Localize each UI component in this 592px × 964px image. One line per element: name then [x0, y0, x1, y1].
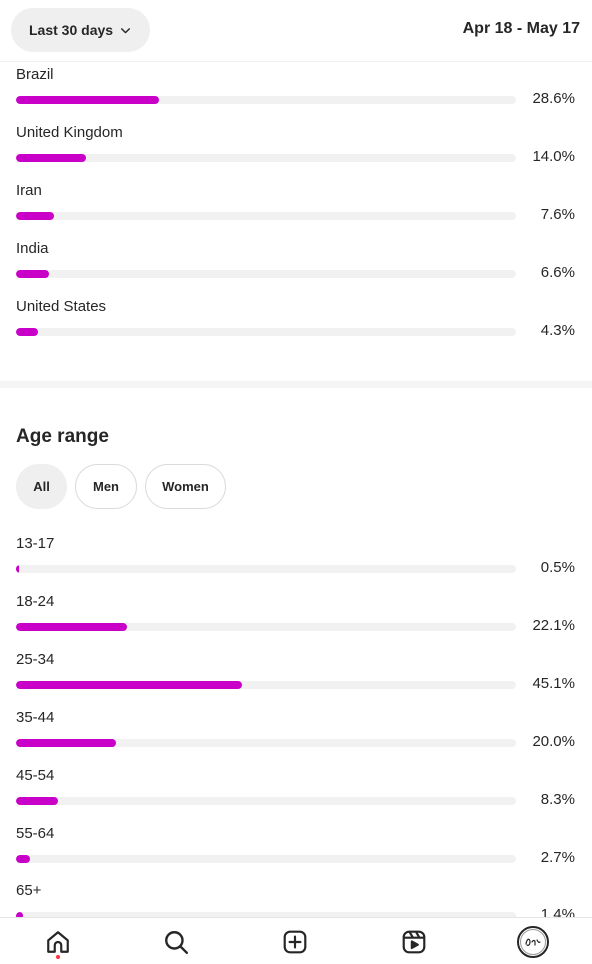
age-bar-fill — [16, 681, 242, 689]
nav-search[interactable] — [146, 918, 206, 964]
country-label: Iran — [16, 182, 42, 199]
country-bar-track — [16, 212, 516, 220]
country-row: India 6.6% — [16, 240, 576, 290]
date-range-dropdown-label: Last 30 days — [29, 22, 114, 38]
age-row: 35-44 20.0% — [16, 709, 576, 759]
country-percent: 14.0% — [532, 148, 575, 165]
home-icon — [47, 930, 69, 953]
age-bar-fill — [16, 623, 127, 631]
country-bar-fill — [16, 212, 54, 220]
filter-chip-label: Women — [162, 479, 209, 494]
country-row: United Kingdom 14.0% — [16, 124, 576, 174]
country-label: United Kingdom — [16, 124, 123, 141]
country-row: Iran 7.6% — [16, 182, 576, 232]
reels-icon — [402, 930, 426, 953]
age-bar-fill — [16, 739, 116, 747]
date-range-text: Apr 18 - May 17 — [462, 20, 580, 37]
country-percent: 4.3% — [540, 322, 575, 339]
age-percent: 20.0% — [532, 733, 575, 750]
age-row: 25-34 45.1% — [16, 651, 576, 701]
age-label: 18-24 — [16, 593, 55, 610]
nav-reels[interactable] — [384, 918, 444, 964]
create-icon — [283, 930, 307, 953]
age-bar-track — [16, 623, 516, 631]
age-label: 13-17 — [16, 535, 55, 552]
age-percent: 0.5% — [540, 559, 575, 576]
age-percent: 22.1% — [532, 617, 575, 634]
filter-chip-label: Men — [93, 479, 119, 494]
filter-chip-label: All — [33, 479, 50, 494]
logo-icon — [525, 938, 541, 946]
country-label: Brazil — [16, 66, 54, 83]
top-header: Last 30 days Apr 18 - May 17 — [0, 0, 592, 62]
country-percent: 6.6% — [540, 264, 575, 281]
age-bar-fill — [16, 855, 30, 863]
country-bar-track — [16, 96, 516, 104]
age-row: 45-54 8.3% — [16, 767, 576, 817]
chevron-down-icon — [121, 27, 131, 33]
country-percent: 28.6% — [532, 90, 575, 107]
age-bar-track — [16, 855, 516, 863]
age-label: 65+ — [16, 882, 42, 899]
age-percent: 45.1% — [532, 675, 575, 692]
search-icon — [165, 930, 189, 954]
audience-insights-page: Last 30 days Apr 18 - May 17 Brazil 28.6… — [0, 0, 592, 964]
filter-chip-women[interactable]: Women — [145, 464, 226, 509]
section-divider — [0, 381, 592, 388]
country-bar-fill — [16, 96, 159, 104]
country-bar-track — [16, 328, 516, 336]
country-bar-fill — [16, 328, 38, 336]
country-bar-track — [16, 154, 516, 162]
country-label: United States — [16, 298, 107, 315]
age-bar-track — [16, 565, 516, 573]
country-row: Brazil 28.6% — [16, 66, 576, 116]
age-bar-track — [16, 797, 516, 805]
age-bar-fill — [16, 797, 58, 805]
age-bar-track — [16, 681, 516, 689]
country-label: India — [16, 240, 49, 257]
bottom-navigation — [0, 917, 592, 964]
age-percent: 2.7% — [540, 849, 575, 866]
age-label: 45-54 — [16, 767, 55, 784]
filter-chip-all[interactable]: All — [16, 464, 67, 509]
profile-avatar — [517, 925, 549, 958]
age-row: 18-24 22.1% — [16, 593, 576, 643]
notification-dot — [56, 955, 60, 959]
age-row: 55-64 2.7% — [16, 825, 576, 875]
avatar-logo — [520, 928, 546, 955]
age-row: 13-17 0.5% — [16, 535, 576, 585]
country-bar-fill — [16, 270, 49, 278]
age-range-title: Age range — [16, 426, 109, 447]
country-bar-fill — [16, 154, 86, 162]
age-percent: 8.3% — [540, 791, 575, 808]
country-row: United States 4.3% — [16, 298, 576, 348]
age-label: 25-34 — [16, 651, 55, 668]
nav-create[interactable] — [265, 918, 325, 964]
age-bar-track — [16, 739, 516, 747]
country-percent: 7.6% — [540, 206, 575, 223]
nav-profile[interactable] — [503, 918, 563, 964]
filter-chip-men[interactable]: Men — [75, 464, 137, 509]
age-label: 35-44 — [16, 709, 55, 726]
age-label: 55-64 — [16, 825, 55, 842]
date-range-dropdown[interactable]: Last 30 days — [11, 8, 151, 52]
country-bar-track — [16, 270, 516, 278]
age-bar-fill — [16, 565, 19, 573]
